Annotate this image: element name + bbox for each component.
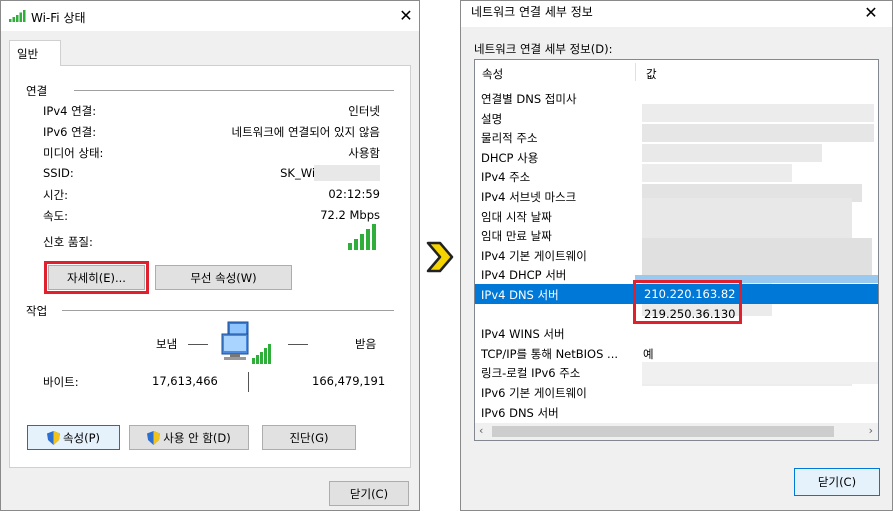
- bytes-received-value: 166,479,191: [312, 374, 386, 388]
- list-item[interactable]: IPv6 기본 게이트웨이: [475, 382, 878, 402]
- divider: [62, 310, 394, 311]
- scrollbar-thumb[interactable]: [492, 426, 834, 437]
- wifi-status-window: Wi-Fi 상태 ✕ 일반 연결 IPv4 연결: 인터넷 IPv6 연결: 네…: [0, 0, 420, 511]
- list-item[interactable]: 설명: [475, 108, 878, 128]
- info-key: SSID:: [43, 166, 74, 180]
- list-item[interactable]: IPv4 기본 게이트웨이: [475, 245, 878, 265]
- scroll-right-icon[interactable]: ›: [869, 424, 873, 437]
- window-title: Wi-Fi 상태: [31, 11, 86, 25]
- wifi-signal-icon: [9, 10, 26, 22]
- received-line: [288, 344, 308, 345]
- list-item[interactable]: IPv4 WINS 서버: [475, 323, 878, 343]
- info-key: IPv6 연결:: [43, 125, 97, 139]
- close-button[interactable]: 닫기(C): [329, 481, 409, 506]
- bytes-divider: [248, 372, 249, 392]
- list-item[interactable]: 링크-로컬 IPv6 주소: [475, 362, 878, 382]
- signal-quality-label: 신호 품질:: [43, 235, 93, 249]
- title-bar: Wi-Fi 상태 ✕: [1, 1, 419, 31]
- bytes-label: 바이트:: [43, 375, 79, 389]
- list-item[interactable]: 임대 시작 날짜: [475, 206, 878, 226]
- sent-label: 보냄: [156, 337, 178, 351]
- info-value: 사용함: [348, 146, 380, 160]
- properties-button[interactable]: 속성(P): [27, 425, 120, 450]
- horizontal-scrollbar[interactable]: ‹ ›: [475, 423, 878, 440]
- info-value: 네트워크에 연결되어 있지 않음: [231, 125, 380, 139]
- info-key: 속도:: [43, 209, 69, 223]
- activity-section-label: 작업: [26, 304, 48, 318]
- redacted-block: [314, 165, 380, 181]
- tab-general[interactable]: 일반: [9, 40, 61, 66]
- details-listview[interactable]: 속성 값 연결별 DNS 접미사 설명 물리적 주소 DHCP 사용 IPv4 …: [474, 59, 879, 441]
- close-icon[interactable]: ✕: [856, 1, 886, 25]
- scroll-left-icon[interactable]: ‹: [479, 424, 483, 437]
- column-header-value[interactable]: 값: [646, 66, 657, 82]
- received-label: 받음: [355, 337, 377, 351]
- info-key: IPv4 연결:: [43, 104, 97, 118]
- shield-icon: [46, 430, 60, 445]
- title-bar: 네트워크 연결 세부 정보 ✕: [461, 1, 892, 27]
- network-details-window: 네트워크 연결 세부 정보 ✕ 네트워크 연결 세부 정보(D): 속성 값 연…: [460, 0, 893, 511]
- divider: [74, 90, 394, 91]
- info-row: IPv4 연결: 인터넷: [10, 103, 410, 124]
- wireless-properties-button[interactable]: 무선 속성(W): [155, 265, 292, 290]
- info-row: 미디어 상태: 사용함: [10, 145, 410, 166]
- list-item[interactable]: 연결별 DNS 접미사: [475, 88, 878, 108]
- disable-button[interactable]: 사용 안 함(D): [129, 425, 249, 450]
- network-computer-icon: [221, 321, 271, 364]
- info-value: 02:12:59: [328, 187, 380, 201]
- list-header: 속성 값: [475, 60, 878, 86]
- close-icon[interactable]: ✕: [391, 4, 421, 28]
- shield-icon: [147, 430, 161, 445]
- info-row: SSID: SK_WiFi: [10, 165, 410, 187]
- info-row: 시간: 02:12:59: [10, 187, 410, 208]
- details-list-label: 네트워크 연결 세부 정보(D):: [474, 42, 613, 56]
- info-key: 시간:: [43, 188, 69, 202]
- column-divider[interactable]: [635, 63, 636, 81]
- list-item[interactable]: IPv4 서브넷 마스크: [475, 186, 878, 206]
- list-item[interactable]: 물리적 주소: [475, 127, 878, 147]
- info-row: IPv6 연결: 네트워크에 연결되어 있지 않음: [10, 124, 410, 145]
- list-item[interactable]: DHCP 사용: [475, 147, 878, 167]
- signal-bars-icon: [348, 224, 376, 250]
- highlight-box: [44, 261, 149, 294]
- list-item[interactable]: IPv6 DNS 서버: [475, 402, 878, 422]
- list-item[interactable]: IPv4 주소: [475, 166, 878, 186]
- diagnose-button[interactable]: 진단(G): [262, 425, 356, 450]
- list-item[interactable]: TCP/IP를 통해 NetBIOS ... 예: [475, 343, 878, 363]
- info-value: 인터넷: [348, 104, 380, 118]
- column-header-property[interactable]: 속성: [482, 66, 503, 82]
- connection-section-label: 연결: [26, 84, 48, 98]
- list-item[interactable]: 임대 만료 날짜: [475, 225, 878, 245]
- tab-panel: 연결 IPv4 연결: 인터넷 IPv6 연결: 네트워크에 연결되어 있지 않…: [9, 65, 411, 468]
- bytes-sent-value: 17,613,466: [152, 374, 218, 388]
- highlight-box: [633, 280, 742, 324]
- sent-line: [188, 344, 208, 345]
- close-button[interactable]: 닫기(C): [794, 468, 880, 496]
- info-key: 미디어 상태:: [43, 146, 104, 160]
- info-value: 72.2 Mbps: [320, 208, 380, 222]
- window-title: 네트워크 연결 세부 정보: [471, 5, 593, 19]
- chevron-right-icon: [426, 241, 454, 273]
